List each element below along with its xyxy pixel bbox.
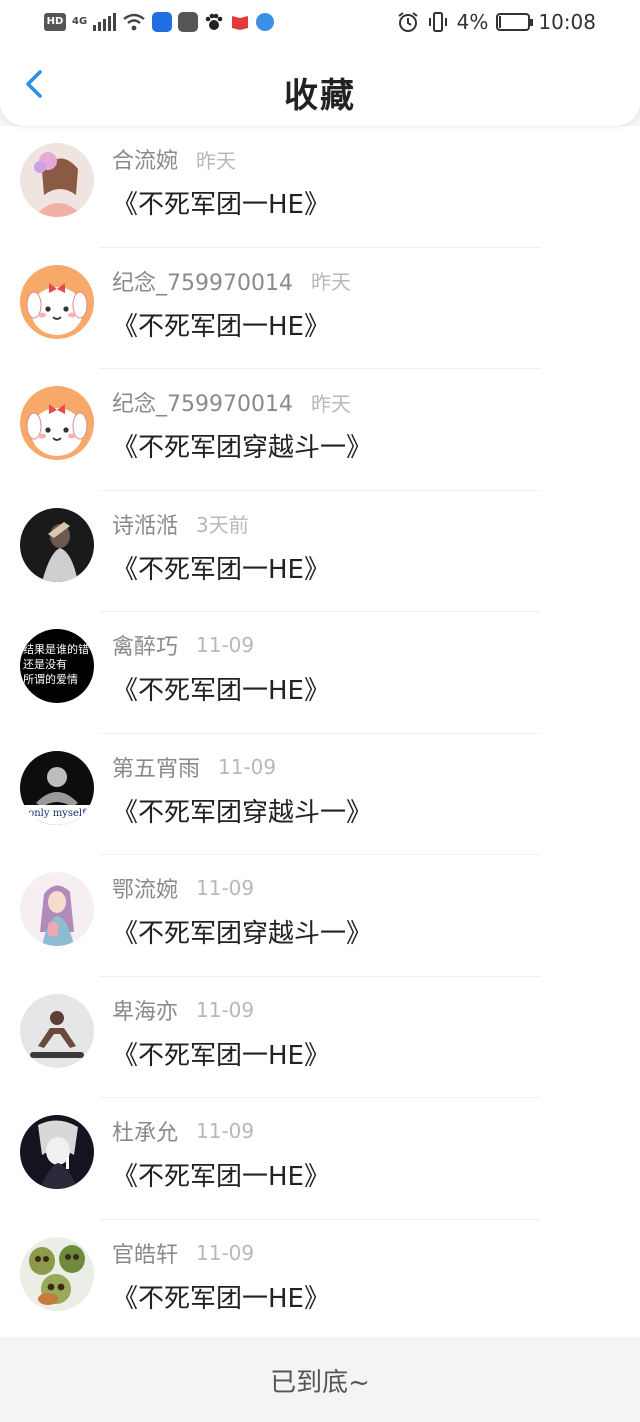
list-item[interactable]: 纪念_759970014 昨天 《不死军团穿越斗一》 bbox=[0, 369, 640, 491]
avatar[interactable] bbox=[20, 386, 94, 460]
username[interactable]: 纪念_759970014 bbox=[112, 386, 293, 418]
avatar-caption: only myself bbox=[20, 807, 94, 819]
timestamp: 11-09 bbox=[196, 633, 255, 657]
book-title[interactable]: 《不死军团穿越斗一》 bbox=[112, 913, 372, 950]
list-item[interactable]: only myself 第五宵雨 11-09 《不死军团穿越斗一》 bbox=[0, 734, 640, 855]
list-item[interactable]: 官皓轩 11-09 《不死军团一HE》 bbox=[0, 1220, 640, 1342]
page-title: 收藏 bbox=[284, 76, 356, 116]
book-title[interactable]: 《不死军团一HE》 bbox=[112, 1156, 330, 1193]
timestamp: 11-09 bbox=[196, 1119, 255, 1143]
item-meta: 第五宵雨 11-09 bbox=[112, 752, 276, 782]
hd-badge: HD bbox=[44, 13, 66, 31]
avatar[interactable] bbox=[20, 264, 94, 339]
book-title[interactable]: 《不死军团穿越斗一》 bbox=[112, 427, 372, 464]
avatar-text: 结果是谁的错 还是没有 所谓的爱情 bbox=[23, 643, 89, 686]
battery-percent: 4% bbox=[456, 10, 489, 34]
timestamp: 3天前 bbox=[196, 513, 249, 537]
username[interactable]: 官皓轩 bbox=[112, 1237, 178, 1269]
avatar[interactable]: 结果是谁的错 还是没有 所谓的爱情 bbox=[20, 629, 94, 703]
favorites-list: 合流婉 昨天 《不死军团一HE》 纪念_759970014 昨天 《不死军团一H… bbox=[0, 126, 640, 1337]
item-meta: 卑海亦 11-09 bbox=[112, 995, 254, 1025]
book-title[interactable]: 《不死军团穿越斗一》 bbox=[112, 792, 372, 829]
status-bar-right: 4% 10:08 bbox=[397, 10, 596, 34]
avatar[interactable]: only myself bbox=[20, 750, 94, 825]
timestamp: 昨天 bbox=[310, 391, 351, 416]
signal-icon bbox=[93, 13, 117, 31]
username[interactable]: 第五宵雨 bbox=[112, 751, 200, 783]
clock-time: 10:08 bbox=[538, 10, 596, 34]
timestamp: 11-09 bbox=[196, 876, 255, 900]
wifi-icon bbox=[123, 13, 145, 31]
nav-header: 收藏 bbox=[0, 44, 640, 126]
list-item[interactable]: 合流婉 昨天 《不死军团一HE》 bbox=[0, 126, 640, 248]
username[interactable]: 鄂流婉 bbox=[112, 872, 178, 904]
book-title[interactable]: 《不死军团一HE》 bbox=[112, 1035, 330, 1072]
list-end-label: 已到底~ bbox=[0, 1337, 640, 1422]
avatar[interactable] bbox=[20, 872, 94, 946]
bulb-app-icon bbox=[152, 12, 173, 32]
item-meta: 官皓轩 11-09 bbox=[112, 1238, 254, 1268]
battery-level bbox=[499, 16, 502, 28]
list-item[interactable]: 纪念_759970014 昨天 《不死军团一HE》 bbox=[0, 248, 640, 369]
timestamp: 11-09 bbox=[196, 1240, 255, 1265]
avatar[interactable] bbox=[20, 1236, 94, 1311]
paw-app-icon bbox=[205, 13, 223, 30]
avatar[interactable] bbox=[20, 1115, 94, 1189]
item-meta: 合流婉 昨天 bbox=[112, 143, 237, 175]
username[interactable]: 合流婉 bbox=[112, 143, 178, 175]
list-item[interactable]: 结果是谁的错 还是没有 所谓的爱情 禽醉巧 11-09 《不死军团一HE》 bbox=[0, 612, 640, 734]
item-meta: 禽醉巧 11-09 bbox=[112, 630, 254, 660]
book-app-icon bbox=[232, 16, 249, 30]
book-title[interactable]: 《不死军团一HE》 bbox=[112, 1278, 330, 1315]
network-type-label: 4G bbox=[72, 16, 88, 27]
vibrate-icon bbox=[428, 12, 447, 32]
timestamp: 昨天 bbox=[196, 148, 237, 173]
status-bar-left: HD 4G bbox=[44, 10, 275, 34]
list-item[interactable]: 诗湉湉 3天前 《不死军团一HE》 bbox=[0, 491, 640, 612]
username[interactable]: 杜承允 bbox=[112, 1115, 178, 1147]
username[interactable]: 禽醉巧 bbox=[112, 629, 178, 661]
battery-icon bbox=[496, 13, 534, 31]
username[interactable]: 纪念_759970014 bbox=[112, 265, 293, 297]
avatar[interactable] bbox=[20, 507, 94, 582]
avatar[interactable] bbox=[20, 993, 94, 1068]
list-item[interactable]: 卑海亦 11-09 《不死军团一HE》 bbox=[0, 977, 640, 1098]
book-title[interactable]: 《不死军团一HE》 bbox=[112, 184, 330, 221]
item-meta: 杜承允 11-09 bbox=[112, 1116, 254, 1146]
username[interactable]: 卑海亦 bbox=[112, 994, 178, 1026]
book-title[interactable]: 《不死军团一HE》 bbox=[112, 670, 330, 707]
alarm-icon bbox=[398, 12, 418, 32]
item-meta: 纪念_759970014 昨天 bbox=[112, 386, 351, 418]
book-title[interactable]: 《不死军团一HE》 bbox=[112, 306, 330, 343]
book-title[interactable]: 《不死军团一HE》 bbox=[112, 549, 330, 586]
item-meta: 诗湉湉 3天前 bbox=[112, 509, 249, 539]
list-item[interactable]: 鄂流婉 11-09 《不死军团穿越斗一》 bbox=[0, 855, 640, 977]
item-meta: 鄂流婉 11-09 bbox=[112, 873, 254, 903]
timestamp: 昨天 bbox=[310, 270, 351, 294]
globe-app-icon bbox=[256, 13, 275, 31]
timestamp: 11-09 bbox=[218, 754, 277, 779]
list-item[interactable]: 杜承允 11-09 《不死军团一HE》 bbox=[0, 1098, 640, 1220]
timestamp: 11-09 bbox=[196, 997, 255, 1022]
status-bar: HD 4G 4% 10:08 bbox=[0, 0, 640, 44]
bag-app-icon bbox=[178, 12, 199, 32]
avatar[interactable] bbox=[20, 143, 94, 217]
item-meta: 纪念_759970014 昨天 bbox=[112, 266, 351, 296]
username[interactable]: 诗湉湉 bbox=[112, 508, 178, 540]
